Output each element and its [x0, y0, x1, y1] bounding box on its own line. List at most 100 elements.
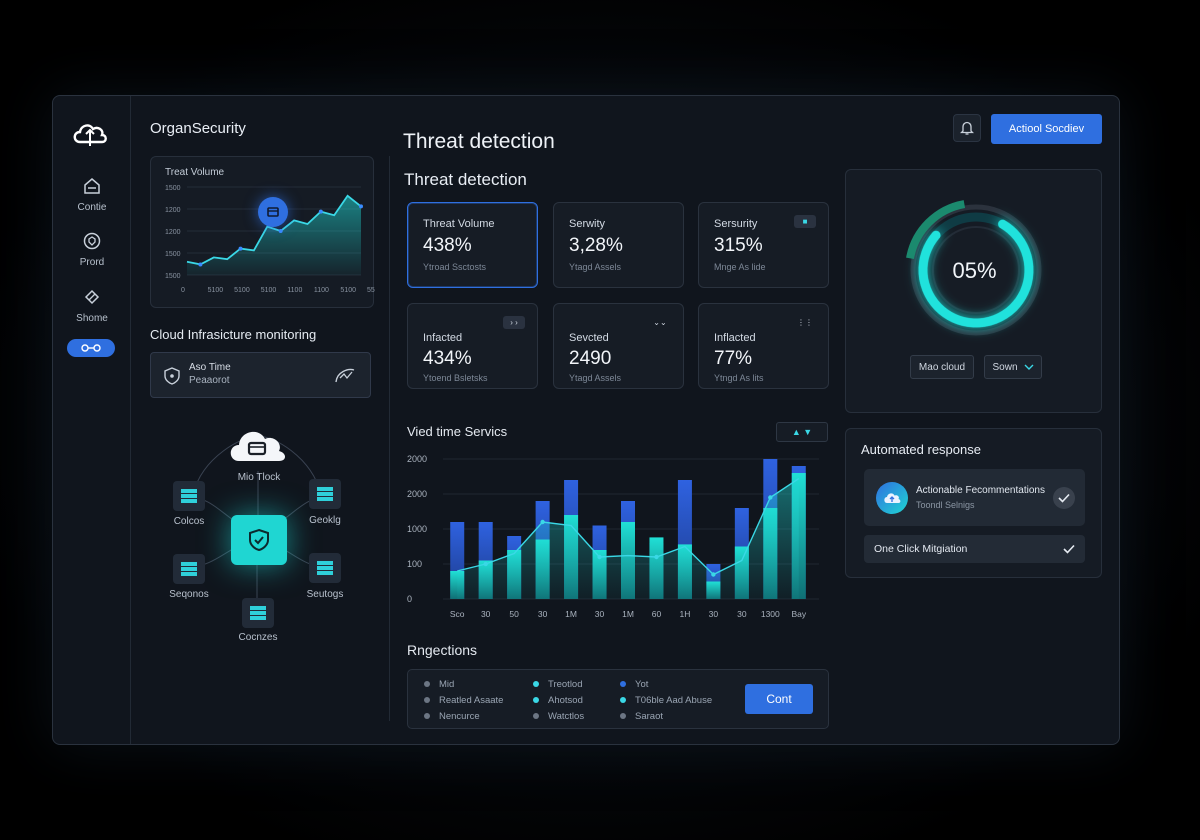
signal-icon [335, 368, 355, 383]
line-point [540, 519, 545, 525]
mini-point [359, 204, 363, 209]
network-node-seutogs[interactable] [309, 553, 341, 583]
network-node-seqonos[interactable] [173, 554, 205, 584]
page-title: Threat detection [403, 130, 555, 153]
sidebar-item-shome[interactable]: Shome [53, 287, 131, 324]
sidebar-item-contie[interactable]: Contie [53, 176, 131, 213]
check-icon [1063, 544, 1075, 554]
gauge-filter-button[interactable]: Mao cloud [910, 355, 974, 379]
x-tick-label: Bay [791, 609, 806, 619]
stat-card-serwity[interactable]: Serwity 3,28% Ytagd Assels [553, 202, 684, 288]
line-point [654, 554, 659, 560]
line-point [711, 572, 716, 577]
legend-item: Reatled Asaate [424, 695, 503, 706]
sidebar-item-label: Contie [77, 202, 107, 213]
x-tick-label: 30 [538, 609, 548, 619]
mini-y-tick: 1500 [165, 273, 181, 280]
notifications-button[interactable] [953, 114, 981, 142]
card-value: 434% [423, 348, 472, 369]
stat-card-inflacted[interactable]: Inflacted ⋮⋮ 77% Ytngd As lits [698, 303, 829, 389]
network-node-label: Seutogs [306, 589, 344, 600]
link-icon [81, 344, 101, 352]
network-node-label: Geoklg [309, 515, 341, 526]
x-tick-label: 1M [565, 609, 577, 619]
x-tick-label: 30 [709, 609, 719, 619]
mini-point [278, 229, 283, 233]
mini-y-tick: 1200 [165, 207, 181, 214]
shield-icon [164, 367, 180, 385]
stat-card-sevcted[interactable]: Sevcted ⌄⌄ 2490 Ytagd Assels [553, 303, 684, 389]
legend-dot [424, 681, 430, 688]
gauge-dropdown[interactable]: Sown [984, 355, 1042, 379]
mini-chart-marker-button[interactable] [258, 197, 288, 227]
network-node-label: Colcos [173, 516, 205, 527]
one-click-mitigation-button[interactable]: One Click Mitgiation [864, 535, 1085, 563]
stat-card-sersurity[interactable]: Sersurity ■ 315% Mnge As lide [698, 202, 829, 288]
card-label: Infacted [423, 332, 463, 344]
network-node-label: Cocnzes [238, 632, 278, 643]
x-tick-label: 1300 [761, 609, 780, 619]
x-tick-label: 50 [509, 609, 519, 619]
realtime-report-button[interactable]: Aso Time Peaaorot [150, 352, 371, 398]
y-tick-label: 1000 [407, 524, 427, 534]
card-label: Sevcted [569, 332, 609, 344]
mini-x-tick: 5100 [261, 287, 277, 294]
chart-sort-control[interactable]: ▲ ▼ [776, 422, 828, 442]
gauge-panel: 05% Mao cloud Sown [845, 169, 1102, 413]
y-tick-label: 0 [407, 594, 412, 604]
network-node-cocnzes[interactable] [242, 598, 274, 628]
legend-item: Mid [424, 679, 454, 690]
legend-dot [424, 713, 430, 720]
recommendation-title: Actionable Fecommentations [916, 485, 1045, 496]
network-top-label: Mio Tlock [237, 472, 281, 483]
recommendation-avatar [876, 482, 908, 514]
server-icon [250, 606, 266, 620]
card-label: Serwity [569, 218, 606, 230]
brand-name: OrganSecurity [150, 120, 246, 137]
card-sublabel: Ytroad Ssctosts [423, 262, 487, 272]
recommendation-sub: Toondl Selnigs [916, 500, 975, 510]
line-point [597, 554, 602, 560]
x-tick-label: 30 [737, 609, 747, 619]
regions-legend: Mid Treotlod Yot Reatled Asaate Ahotsod … [407, 669, 829, 729]
column-divider [389, 156, 390, 721]
network-hub-button[interactable] [231, 515, 287, 565]
action-button[interactable]: Actiool Socdiev [991, 114, 1102, 144]
card-sublabel: Ytoend Bsletsks [423, 373, 488, 383]
mini-point [318, 209, 323, 214]
network-node-geoklg[interactable] [309, 479, 341, 509]
legend-dot [533, 681, 539, 688]
mini-x-tick: 1100 [314, 287, 329, 294]
legend-item: Treotlod [533, 679, 583, 690]
recommendations-card[interactable]: Actionable Fecommentations Toondl Selnig… [864, 469, 1085, 526]
card-label: Sersurity [714, 218, 758, 230]
legend-dot [533, 713, 539, 720]
card-badge[interactable]: › › [503, 316, 525, 329]
dropdown-value: Sown [992, 361, 1018, 373]
sidebar-item-prord[interactable]: Prord [53, 231, 131, 268]
stat-card-threat-volume[interactable]: Threat Volume 438% Ytroad Ssctosts [407, 202, 538, 288]
legend-dot [620, 681, 626, 688]
legend-item: T06ble Aad Abuse [620, 695, 712, 706]
stat-card-infacted[interactable]: Infacted › › 434% Ytoend Bsletsks [407, 303, 538, 389]
mini-y-tick: 1500 [165, 251, 181, 258]
continue-button[interactable]: Cont [745, 684, 813, 714]
card-badge[interactable]: ⌄⌄ [649, 316, 671, 329]
card-badge[interactable]: ⋮⋮ [794, 316, 816, 329]
mini-line-chart: 150012001200150015000 5100 5100 5100 1100 110… [165, 185, 375, 294]
legend-dot [620, 697, 626, 704]
check-circle-button[interactable] [1053, 487, 1075, 509]
dashboard-window: Contie Prord Shome OrganSecurity Treat V… [52, 95, 1120, 745]
threat-volume-mini-chart: Treat Volume 1500 1200 1200 1500 1500 0 5100 51… [150, 156, 375, 308]
card-badge: ■ [794, 215, 816, 228]
automated-title: Automated response [861, 442, 981, 457]
shield-check-icon [249, 528, 269, 552]
x-tick-label: 30 [481, 609, 491, 619]
card-value: 2490 [569, 348, 612, 369]
server-icon [181, 562, 197, 576]
network-node-colcos[interactable] [173, 481, 205, 511]
chevron-down-icon [1024, 364, 1033, 370]
sidebar-item-label: Shome [76, 313, 108, 324]
card-label: Threat Volume [423, 218, 495, 230]
sidebar-toggle-button[interactable] [67, 339, 115, 357]
